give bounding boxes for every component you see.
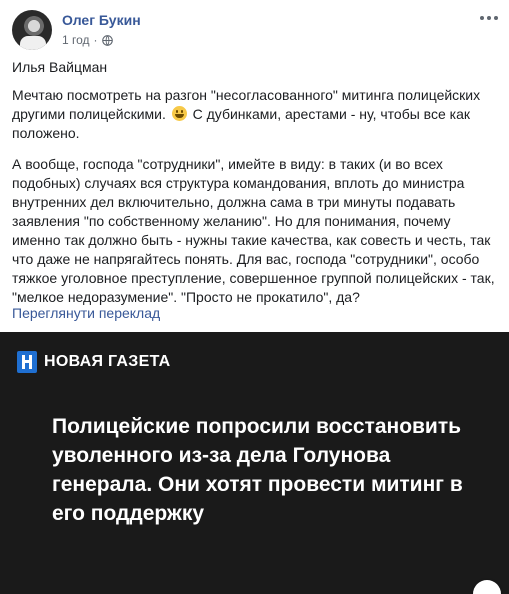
avatar[interactable] <box>12 10 52 50</box>
meta-separator: · <box>93 33 98 47</box>
post-paragraph-2: А вообще, господа "сотрудники", имейте в… <box>12 156 495 305</box>
see-translation-link[interactable]: Переглянути переклад <box>12 305 160 321</box>
more-options-icon[interactable] <box>477 10 501 26</box>
smile-emoji-icon <box>171 106 187 121</box>
shared-news-card[interactable]: НОВАЯ ГАЗЕТА Полицейские попросили восст… <box>0 332 509 594</box>
post-text: Илья Вайцман Мечтаю посмотреть на разгон… <box>12 58 498 319</box>
post-timestamp[interactable]: 1 год <box>62 33 90 47</box>
post-signature: Илья Вайцман <box>12 59 108 75</box>
news-brand-name: НОВАЯ ГАЗЕТА <box>44 353 171 370</box>
post-header: Олег Букин 1 год · <box>0 0 509 56</box>
news-headline[interactable]: Полицейские попросили восстановить уволе… <box>52 412 472 528</box>
author-name[interactable]: Олег Букин <box>62 12 141 28</box>
carousel-next-button[interactable] <box>473 580 501 594</box>
globe-icon[interactable] <box>101 34 113 46</box>
post-meta: 1 год · <box>62 33 113 47</box>
post-paragraph-1: Мечтаю посмотреть на разгон "несогласова… <box>12 86 498 143</box>
novaya-gazeta-logo-icon <box>17 351 37 373</box>
